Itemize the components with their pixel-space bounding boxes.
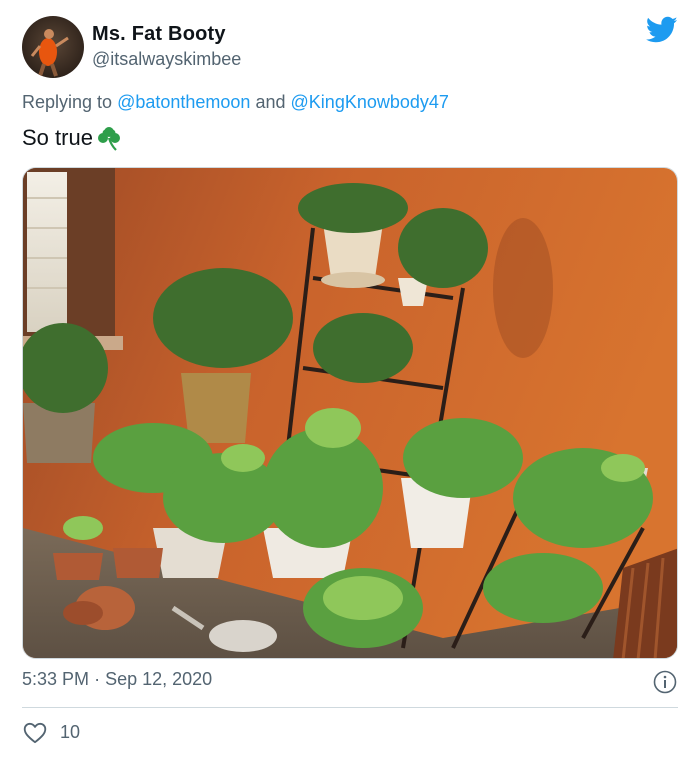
timestamp[interactable]: 5:33 PM · Sep 12, 2020 [22, 669, 212, 690]
author-name[interactable]: Ms. Fat Booty [92, 23, 226, 46]
replying-prefix: Replying to [22, 92, 113, 112]
tweet-body: So true [22, 125, 93, 150]
tweet-photo[interactable] [22, 167, 678, 659]
mention-link[interactable]: @KingKnowbody47 [291, 92, 449, 112]
tweet-date: Sep 12, 2020 [105, 669, 213, 689]
replying-to-line: Replying to @batonthemoon and @KingKnowb… [22, 92, 449, 113]
replying-joiner: and [255, 92, 286, 112]
tweet-time: 5:33 PM [22, 669, 90, 689]
avatar[interactable] [22, 16, 84, 78]
heart-outline-icon[interactable] [22, 720, 48, 746]
timestamp-separator: · [94, 669, 101, 689]
mention-link[interactable]: @batonthemoon [117, 92, 250, 112]
tweet-text: So true [22, 124, 123, 152]
info-icon[interactable] [653, 670, 677, 694]
author-handle[interactable]: @itsalwayskimbee [92, 49, 241, 70]
like-count: 10 [60, 722, 81, 742]
tweet-card: Ms. Fat Booty @itsalwayskimbee Replying … [0, 0, 700, 761]
shamrock-icon [95, 124, 123, 152]
divider [22, 707, 678, 708]
twitter-bird-icon[interactable] [645, 16, 678, 44]
